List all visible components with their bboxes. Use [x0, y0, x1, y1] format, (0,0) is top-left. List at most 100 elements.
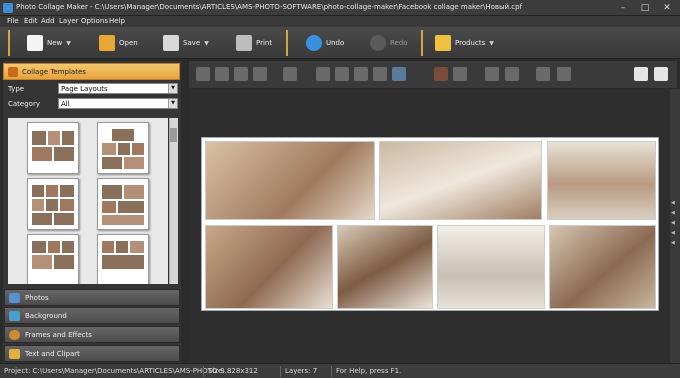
printer-icon: [236, 35, 252, 51]
undo-icon: [306, 35, 322, 51]
chevron-down-icon: ▼: [168, 99, 177, 108]
window-title: Photo Collage Maker - C:\Users\Manager\D…: [16, 3, 523, 11]
category-frames-and-effects[interactable]: Frames and Effects: [4, 326, 180, 343]
chevron-down-icon: ▼: [66, 39, 71, 47]
add-page-icon[interactable]: [634, 67, 648, 81]
chevron-down-icon: ▼: [168, 84, 177, 93]
products-button[interactable]: Products ▼: [435, 30, 494, 56]
delete-icon[interactable]: [434, 67, 448, 81]
page-settings-icon[interactable]: [654, 67, 668, 81]
text-clipart-icon: [9, 349, 20, 359]
new-button[interactable]: New ▼: [27, 30, 71, 56]
toolbar-separator: [8, 30, 10, 56]
gear-icon[interactable]: [536, 67, 550, 81]
magic-wand-icon[interactable]: [505, 67, 519, 81]
menu-add[interactable]: Add: [41, 16, 55, 27]
collapse-arrow-icon[interactable]: ◀: [671, 210, 675, 216]
collage-photo[interactable]: [205, 141, 375, 220]
maximize-button[interactable]: □: [634, 2, 656, 14]
collage-photo[interactable]: [205, 225, 333, 309]
close-button[interactable]: ✕: [656, 2, 678, 14]
right-panel-strip: [670, 89, 680, 363]
undo-button[interactable]: Undo: [306, 30, 344, 56]
category-photos[interactable]: Photos: [4, 289, 180, 306]
template-thumbnail[interactable]: [27, 122, 79, 174]
collage-templates-header[interactable]: Collage Templates: [3, 63, 180, 80]
templates-icon: [8, 67, 18, 77]
new-document-icon: [27, 35, 43, 51]
toolbar-separator: [421, 30, 423, 56]
align-icon[interactable]: [283, 67, 297, 81]
toolbar-separator: [286, 30, 288, 56]
template-thumbnail[interactable]: [97, 122, 149, 174]
open-button[interactable]: Open: [99, 30, 138, 56]
template-thumbnail[interactable]: [27, 178, 79, 230]
collage-page[interactable]: [201, 137, 659, 311]
scrollbar-thumb[interactable]: [170, 128, 177, 142]
rotate-left-icon[interactable]: [316, 67, 330, 81]
status-help: For Help, press F1.: [336, 367, 402, 375]
category-select[interactable]: All ▼: [58, 98, 178, 109]
flip-horizontal-icon[interactable]: [354, 67, 368, 81]
save-button[interactable]: Save ▼: [163, 30, 209, 56]
template-scrollbar[interactable]: [169, 118, 178, 284]
title-bar: Photo Collage Maker - C:\Users\Manager\D…: [0, 0, 680, 16]
status-divider: [331, 366, 332, 377]
collapse-arrow-icon[interactable]: ◀: [671, 240, 675, 246]
layout-icon[interactable]: [392, 67, 406, 81]
template-thumbnail[interactable]: [97, 178, 149, 230]
type-select[interactable]: Page Layouts ▼: [58, 83, 178, 94]
category-background[interactable]: Background: [4, 307, 180, 324]
template-list: [8, 118, 168, 284]
template-thumbnail[interactable]: [97, 234, 149, 284]
status-layers: Layers: 7: [285, 367, 318, 375]
products-icon: [435, 35, 451, 51]
menu-edit[interactable]: Edit: [24, 16, 38, 27]
print-button[interactable]: Print: [236, 30, 272, 56]
collapse-arrow-icon[interactable]: ◀: [671, 220, 675, 226]
bring-forward-icon[interactable]: [234, 67, 248, 81]
category-label: Category: [8, 100, 40, 108]
rotate-right-icon[interactable]: [335, 67, 349, 81]
lock-icon[interactable]: [557, 67, 571, 81]
collage-photo[interactable]: [549, 225, 656, 309]
flip-vertical-icon[interactable]: [373, 67, 387, 81]
menu-file[interactable]: File: [7, 16, 19, 27]
type-label: Type: [8, 85, 25, 93]
send-backward-icon[interactable]: [253, 67, 267, 81]
collapse-arrow-icon[interactable]: ◀: [671, 200, 675, 206]
minimize-button[interactable]: –: [612, 2, 634, 14]
status-project-path: Project: C:\Users\Manager\Documents\ARTI…: [4, 367, 232, 375]
app-icon: [3, 3, 13, 13]
save-icon: [163, 35, 179, 51]
menu-help[interactable]: Help: [109, 16, 125, 27]
bring-to-front-icon[interactable]: [196, 67, 210, 81]
status-divider: [280, 366, 281, 377]
template-thumbnail[interactable]: [27, 234, 79, 284]
frames-effects-icon: [9, 330, 20, 340]
edit-toolbar: [189, 61, 677, 88]
menu-layer[interactable]: Layer: [59, 16, 79, 27]
folder-icon: [99, 35, 115, 51]
status-divider: [203, 366, 204, 377]
status-bar: Project: C:\Users\Manager\Documents\ARTI…: [0, 363, 680, 378]
redo-icon: [370, 35, 386, 51]
status-size: Size: 828x312: [208, 367, 258, 375]
menu-options[interactable]: Options: [81, 16, 108, 27]
collapse-arrow-icon[interactable]: ◀: [671, 230, 675, 236]
category-text-and-clipart[interactable]: Text and Clipart: [4, 345, 180, 362]
collage-photo[interactable]: [379, 141, 542, 220]
send-to-back-icon[interactable]: [215, 67, 229, 81]
main-toolbar: New ▼ Open Save ▼ Print Undo Redo Products…: [0, 27, 680, 59]
chevron-down-icon: ▼: [489, 39, 494, 47]
background-icon: [9, 311, 20, 321]
collage-photo[interactable]: [337, 225, 433, 309]
menu-bar: File Edit Add Layer Options Help: [0, 16, 680, 27]
photos-icon: [9, 293, 20, 303]
crop-icon[interactable]: [453, 67, 467, 81]
redo-button[interactable]: Redo: [370, 30, 408, 56]
chevron-down-icon: ▼: [204, 39, 209, 47]
collage-photo[interactable]: [547, 141, 656, 220]
collage-photo[interactable]: [437, 225, 545, 309]
effects-icon[interactable]: [485, 67, 499, 81]
